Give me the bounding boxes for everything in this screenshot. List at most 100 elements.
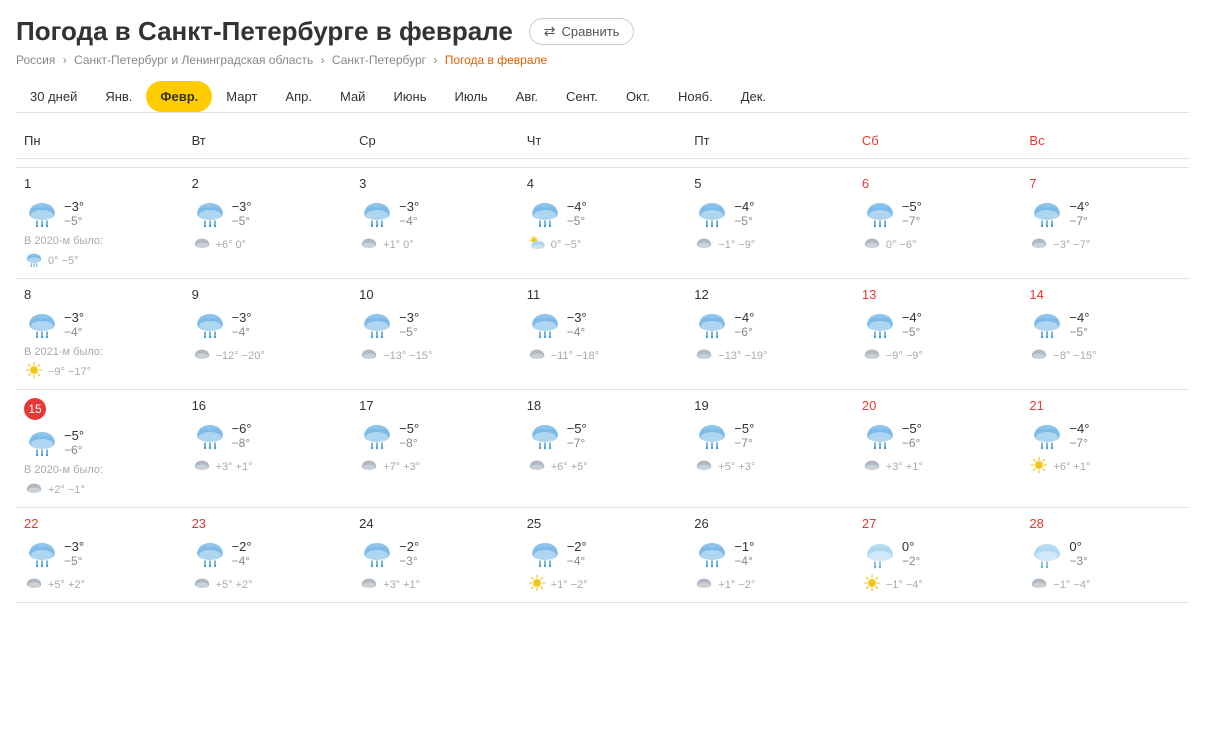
compare-icon: ⇄: [544, 23, 556, 40]
temp-high-26: −1°: [734, 539, 754, 554]
month-tab-июль[interactable]: Июль: [440, 81, 501, 112]
calendar-grid: ПнВтСрЧтПтСбВс 1 −3°−5°В 2020-м было: 0°…: [16, 129, 1189, 603]
prev-year-icon-19: [694, 455, 714, 478]
prev-year-weather-24: +3° +1°: [359, 573, 511, 596]
day-cell-17[interactable]: 17 −5°−8° +7° +3°: [351, 390, 519, 507]
calendar-week-4: 22 −3°−5° +5° +2° 23: [16, 507, 1189, 603]
day-number-23: 23: [192, 516, 344, 531]
day-headers: ПнВтСрЧтПтСбВс: [16, 129, 1189, 159]
temp-low-24: −3°: [399, 554, 419, 568]
temp-low-10: −5°: [399, 325, 419, 339]
prev-year-icon-11: [527, 344, 547, 367]
page-title: Погода в Санкт-Петербурге в феврале ⇄ Ср…: [16, 16, 1189, 47]
day-number-18: 18: [527, 398, 679, 413]
month-tab-сент.[interactable]: Сент.: [552, 81, 612, 112]
weather-icon-22: [24, 535, 60, 571]
month-tab-март[interactable]: Март: [212, 81, 271, 112]
day-cell-2[interactable]: 2 −3°−5° +6° 0°: [184, 168, 352, 278]
temp-high-10: −3°: [399, 310, 419, 325]
prev-year-temps-27: −1° −4°: [886, 579, 923, 591]
temp-low-15: −6°: [64, 443, 84, 457]
day-cell-13[interactable]: 13 −4°−5° −9° −9°: [854, 279, 1022, 389]
day-cell-25[interactable]: 25 −2°−4° +1° −2°: [519, 508, 687, 602]
day-cell-10[interactable]: 10 −3°−5° −13° −15°: [351, 279, 519, 389]
month-tab-янв.[interactable]: Янв.: [91, 81, 146, 112]
day-cell-12[interactable]: 12 −4°−6° −13° −19°: [686, 279, 854, 389]
day-cell-9[interactable]: 9 −3°−4° −12° −20°: [184, 279, 352, 389]
calendar-rows: 1 −3°−5°В 2020-м было: 0° −5°2: [16, 167, 1189, 603]
weather-icon-28: [1029, 535, 1065, 571]
day-cell-27[interactable]: 27 0°−2° −1° −4°: [854, 508, 1022, 602]
day-cell-24[interactable]: 24 −2°−3° +3° +1°: [351, 508, 519, 602]
weather-block-22: −3°−5°: [24, 535, 176, 571]
prev-year-weather-14: −8° −15°: [1029, 344, 1181, 367]
day-cell-3[interactable]: 3 −3°−4° +1° 0°: [351, 168, 519, 278]
prev-year-weather-19: +5° +3°: [694, 455, 846, 478]
temp-high-4: −4°: [567, 199, 587, 214]
temp-high-14: −4°: [1069, 310, 1089, 325]
month-tab-нояб.[interactable]: Нояб.: [664, 81, 727, 112]
day-header-сб: Сб: [854, 129, 1022, 152]
prev-year-weather-28: −1° −4°: [1029, 573, 1181, 596]
day-cell-26[interactable]: 26 −1°−4° +1° −2°: [686, 508, 854, 602]
temp-low-13: −5°: [902, 325, 922, 339]
day-number-4: 4: [527, 176, 679, 191]
month-tab-30 дней[interactable]: 30 дней: [16, 81, 91, 112]
weather-block-27: 0°−2°: [862, 535, 1014, 571]
weather-block-18: −5°−7°: [527, 417, 679, 453]
prev-year-icon-15: [24, 478, 44, 501]
day-cell-1[interactable]: 1 −3°−5°В 2020-м было: 0° −5°: [16, 168, 184, 278]
month-tab-дек.[interactable]: Дек.: [727, 81, 780, 112]
month-tab-май[interactable]: Май: [326, 81, 379, 112]
prev-year-icon-21: [1029, 455, 1049, 478]
day-cell-7[interactable]: 7 −4°−7° −3° −7°: [1021, 168, 1189, 278]
day-number-21: 21: [1029, 398, 1181, 413]
day-cell-4[interactable]: 4 −4°−5° 0° −5°: [519, 168, 687, 278]
weather-block-13: −4°−5°: [862, 306, 1014, 342]
day-cell-15[interactable]: 15 −5°−6°В 2020-м было: +2° −1°: [16, 390, 184, 507]
temp-low-21: −7°: [1069, 436, 1089, 450]
day-header-чт: Чт: [519, 129, 687, 152]
day-number-16: 16: [192, 398, 344, 413]
day-cell-28[interactable]: 28 0°−3° −1° −4°: [1021, 508, 1189, 602]
day-cell-23[interactable]: 23 −2°−4° +5° +2°: [184, 508, 352, 602]
prev-year-icon-8: [24, 360, 44, 383]
day-cell-21[interactable]: 21 −4°−7° +6° +1°: [1021, 390, 1189, 507]
weather-icon-8: [24, 306, 60, 342]
weather-block-14: −4°−5°: [1029, 306, 1181, 342]
weather-block-19: −5°−7°: [694, 417, 846, 453]
temp-high-8: −3°: [64, 310, 84, 325]
weather-icon-11: [527, 306, 563, 342]
weather-block-17: −5°−8°: [359, 417, 511, 453]
month-tab-февр.[interactable]: Февр.: [146, 81, 212, 112]
prev-year-temps-20: +3° +1°: [886, 461, 923, 473]
day-cell-6[interactable]: 6 −5°−7° 0° −6°: [854, 168, 1022, 278]
day-cell-19[interactable]: 19 −5°−7° +5° +3°: [686, 390, 854, 507]
day-cell-18[interactable]: 18 −5°−7° +6° +5°: [519, 390, 687, 507]
day-cell-11[interactable]: 11 −3°−4° −11° −18°: [519, 279, 687, 389]
compare-button[interactable]: ⇄ Сравнить: [529, 18, 635, 45]
temp-low-5: −5°: [734, 214, 754, 228]
day-cell-5[interactable]: 5 −4°−5° −1° −9°: [686, 168, 854, 278]
day-header-пн: Пн: [16, 129, 184, 152]
prev-year-icon-23: [192, 573, 212, 596]
month-tab-авг.[interactable]: Авг.: [502, 81, 552, 112]
prev-year-label-8: В 2021-м было:: [24, 346, 176, 358]
day-cell-14[interactable]: 14 −4°−5° −8° −15°: [1021, 279, 1189, 389]
prev-year-weather-27: −1° −4°: [862, 573, 1014, 596]
temp-high-25: −2°: [567, 539, 587, 554]
weather-block-10: −3°−5°: [359, 306, 511, 342]
prev-year-temps-16: +3° +1°: [216, 461, 253, 473]
month-tab-июнь[interactable]: Июнь: [379, 81, 440, 112]
temp-low-14: −5°: [1069, 325, 1089, 339]
day-cell-22[interactable]: 22 −3°−5° +5° +2°: [16, 508, 184, 602]
prev-year-temps-19: +5° +3°: [718, 461, 755, 473]
month-tab-окт.[interactable]: Окт.: [612, 81, 664, 112]
temp-low-25: −4°: [567, 554, 587, 568]
month-tab-апр.[interactable]: Апр.: [271, 81, 326, 112]
weather-icon-15: [24, 424, 60, 460]
day-cell-16[interactable]: 16 −6°−8° +3° +1°: [184, 390, 352, 507]
weather-icon-6: [862, 195, 898, 231]
day-cell-8[interactable]: 8 −3°−4°В 2021-м было: −9° −17°: [16, 279, 184, 389]
day-cell-20[interactable]: 20 −5°−6° +3° +1°: [854, 390, 1022, 507]
